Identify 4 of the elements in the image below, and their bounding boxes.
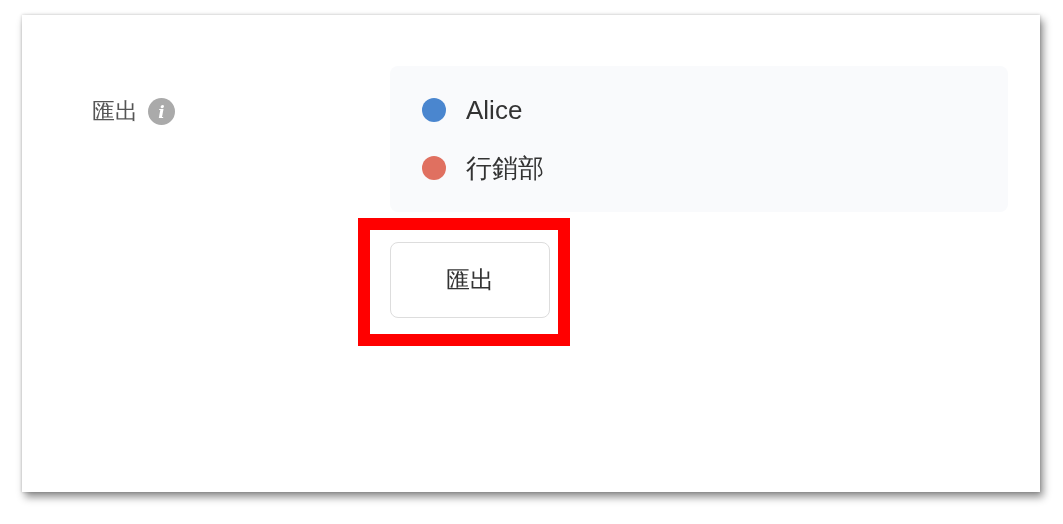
recipient-name: 行銷部	[466, 151, 544, 185]
export-button[interactable]: 匯出	[390, 242, 550, 318]
recipient-name: Alice	[466, 94, 523, 126]
field-label: 匯出	[92, 97, 138, 126]
